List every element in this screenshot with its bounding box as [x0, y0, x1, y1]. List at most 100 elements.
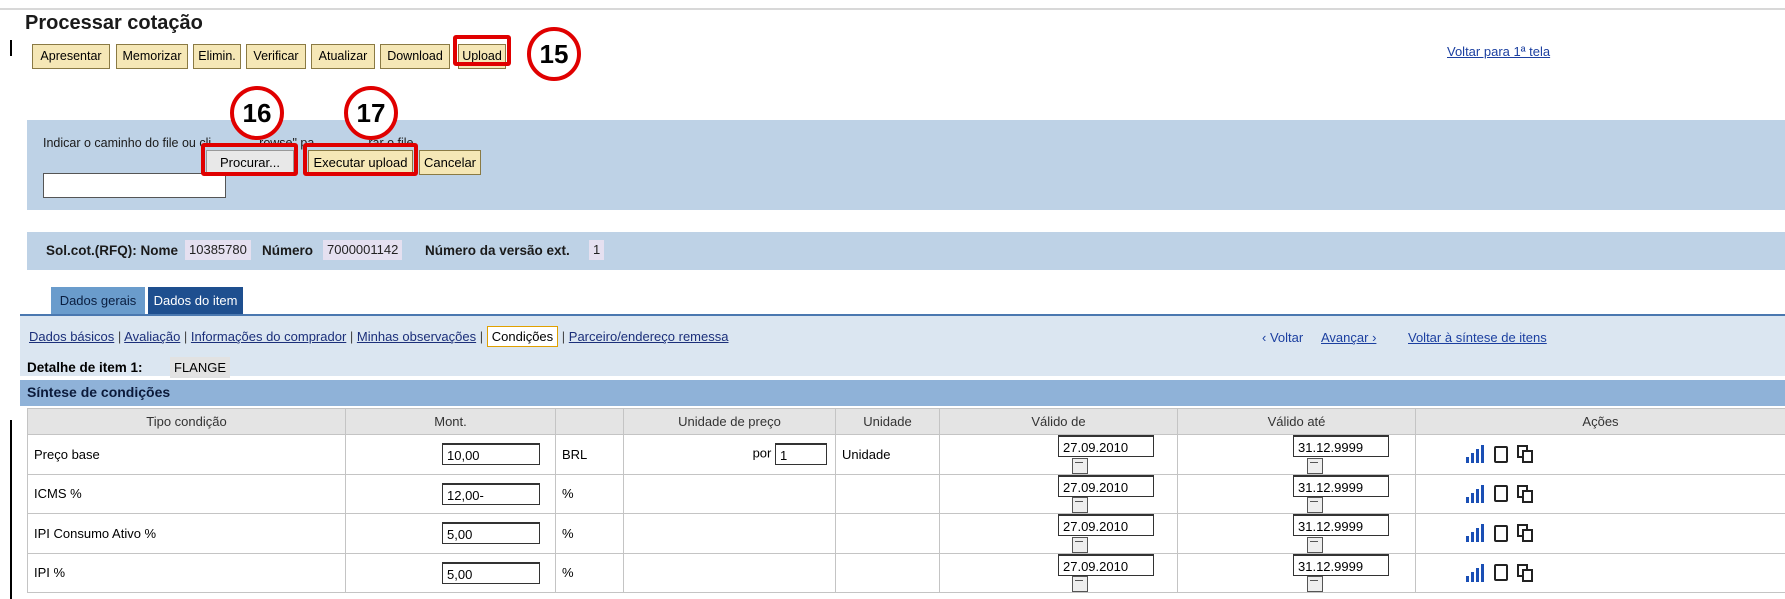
table-header-row: Tipo condição Mont. Unidade de preço Uni… — [27, 408, 1785, 435]
copy-icon[interactable] — [1517, 563, 1534, 582]
rfq-name-label: Sol.cot.(RFQ): Nome — [46, 243, 178, 258]
currency: % — [555, 552, 624, 594]
table-row: IPI Consumo Ativo % 5,00 % 27.09.2010 31… — [27, 513, 1785, 554]
col-valido-ate: Válido até — [1177, 408, 1416, 435]
calendar-icon[interactable] — [1072, 457, 1088, 474]
valid-to-input[interactable]: 31.12.9999 — [1293, 553, 1389, 576]
left-marker — [10, 40, 12, 56]
execute-upload-highlight — [303, 143, 418, 176]
calendar-icon[interactable] — [1307, 457, 1323, 474]
bar-chart-icon[interactable] — [1466, 524, 1484, 543]
link-dados-basicos[interactable]: Dados básicos — [29, 329, 114, 344]
calendar-icon[interactable] — [1072, 536, 1088, 553]
price-unit-input[interactable]: 1 — [775, 443, 827, 466]
valid-to-input[interactable]: 31.12.9999 — [1293, 514, 1389, 537]
callout-15: 15 — [527, 27, 581, 81]
verificar-button[interactable]: Verificar — [246, 44, 306, 69]
amount-input[interactable]: 12,00- — [442, 482, 540, 505]
currency: % — [555, 513, 624, 554]
callout-16: 16 — [230, 86, 284, 140]
uom — [835, 552, 940, 594]
col-acoes: Ações — [1415, 408, 1785, 435]
condition-type: Preço base — [27, 434, 346, 475]
valid-from-input[interactable]: 27.09.2010 — [1058, 435, 1154, 457]
item-detail-value: FLANGE — [170, 357, 231, 378]
rfq-number-value: 7000001142 — [323, 240, 403, 260]
calendar-icon[interactable] — [1307, 497, 1323, 514]
copy-icon[interactable] — [1517, 484, 1534, 503]
bar-chart-icon[interactable] — [1466, 484, 1484, 503]
calendar-icon[interactable] — [1072, 576, 1088, 593]
condition-type: IPI % — [27, 552, 346, 594]
col-mont: Mont. — [345, 408, 556, 435]
copy-icon[interactable] — [1517, 445, 1534, 464]
calendar-icon[interactable] — [1307, 576, 1323, 593]
valid-to-input[interactable]: 31.12.9999 — [1293, 474, 1389, 497]
link-informacoes-comprador[interactable]: Informações do comprador — [191, 329, 346, 344]
rfq-number-label: Número — [262, 243, 314, 258]
memorizar-button[interactable]: Memorizar — [116, 44, 188, 69]
bar-chart-icon[interactable] — [1466, 563, 1484, 582]
link-avaliacao[interactable]: Avaliação — [124, 329, 180, 344]
rfq-name-value: 10385780 — [185, 240, 251, 260]
amount-input[interactable]: 10,00 — [442, 443, 540, 466]
trash-icon[interactable] — [1493, 445, 1508, 463]
price-unit-cell — [623, 473, 836, 515]
apresentar-button[interactable]: Apresentar — [32, 44, 110, 69]
upload-hint-part1: Indicar o caminho do file ou cli — [43, 136, 212, 150]
col-tipo-condicao: Tipo condição — [27, 408, 346, 435]
calendar-icon[interactable] — [1072, 497, 1088, 514]
link-condicoes[interactable]: Condições — [486, 326, 559, 347]
page-title: Processar cotação — [25, 12, 203, 34]
synthesis-header-bar — [20, 380, 1785, 406]
per-label: por — [752, 445, 772, 461]
valid-from-input[interactable]: 27.09.2010 — [1058, 514, 1154, 537]
cancel-button[interactable]: Cancelar — [419, 150, 481, 175]
condition-type: ICMS % — [27, 473, 346, 515]
nav-back-link[interactable]: ‹ Voltar — [1262, 330, 1303, 345]
price-unit-cell — [623, 513, 836, 554]
trash-icon[interactable] — [1493, 564, 1508, 582]
link-minhas-observacoes[interactable]: Minhas observações — [357, 329, 476, 344]
rfq-version-value: 1 — [589, 240, 605, 260]
back-first-screen-link[interactable]: Voltar para 1ª tela — [1447, 44, 1550, 59]
download-button[interactable]: Download — [380, 44, 450, 69]
rfq-version-label: Número da versão ext. — [425, 243, 570, 258]
top-border — [0, 8, 1785, 10]
table-row: IPI % 5,00 % 27.09.2010 31.12.9999 — [27, 552, 1785, 594]
valid-from-input[interactable]: 27.09.2010 — [1058, 474, 1154, 497]
tab-dados-gerais[interactable]: Dados gerais — [51, 287, 145, 314]
currency: % — [555, 473, 624, 515]
trash-icon[interactable] — [1493, 524, 1508, 542]
valid-to-input[interactable]: 31.12.9999 — [1293, 435, 1389, 457]
uom — [835, 473, 940, 515]
amount-input[interactable]: 5,00 — [442, 561, 540, 584]
subnav-links: Dados básicos | Avaliação | Informações … — [29, 326, 728, 347]
valid-from-input[interactable]: 27.09.2010 — [1058, 553, 1154, 576]
eliminar-button[interactable]: Elimin. — [193, 44, 241, 69]
link-parceiro-endereco[interactable]: Parceiro/endereço remessa — [569, 329, 729, 344]
callout-17: 17 — [344, 86, 398, 140]
browse-highlight — [201, 143, 298, 176]
left-marker-lower — [10, 420, 12, 599]
atualizar-button[interactable]: Atualizar — [311, 44, 375, 69]
item-detail-label: Detalhe de item 1: — [27, 360, 143, 375]
nav-forward-link[interactable]: Avançar › — [1321, 330, 1376, 345]
table-row: Preço base 10,00 BRL por 1 Unidade 27.09… — [27, 434, 1785, 475]
price-unit-cell — [623, 552, 836, 594]
conditions-table: Tipo condição Mont. Unidade de preço Uni… — [27, 408, 1785, 594]
calendar-icon[interactable] — [1307, 536, 1323, 553]
col-valido-de: Válido de — [939, 408, 1178, 435]
trash-icon[interactable] — [1493, 485, 1508, 503]
upload-highlight — [453, 35, 511, 66]
col-unidade: Unidade — [835, 408, 940, 435]
back-summary-link[interactable]: Voltar à síntese de itens — [1408, 330, 1547, 345]
copy-icon[interactable] — [1517, 524, 1534, 543]
amount-input[interactable]: 5,00 — [442, 522, 540, 545]
tab-dados-do-item[interactable]: Dados do item — [148, 287, 243, 314]
table-row: ICMS % 12,00- % 27.09.2010 31.12.9999 — [27, 473, 1785, 515]
bar-chart-icon[interactable] — [1466, 445, 1484, 464]
col-unidade-preco: Unidade de preço — [623, 408, 836, 435]
file-path-input[interactable] — [43, 173, 226, 198]
currency: BRL — [555, 434, 624, 475]
